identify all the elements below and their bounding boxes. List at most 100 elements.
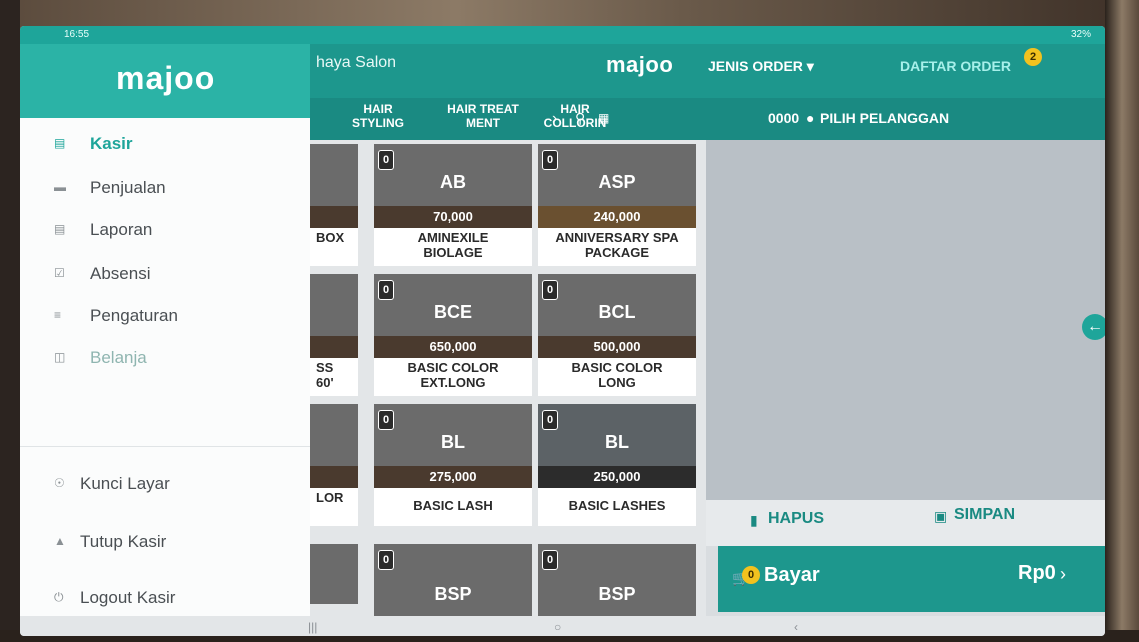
total-amount: Rp0 <box>1018 562 1056 584</box>
device-frame-right <box>1105 0 1139 642</box>
menu-item-logout-kasir[interactable]: ⏻ Logout Kasir <box>20 580 310 620</box>
lock-icon: ☉ <box>54 476 65 490</box>
attendance-icon: ☑ <box>54 266 65 280</box>
menu-label: Absensi <box>90 264 151 283</box>
product-tile[interactable]: 0 BCL 500,000 BASIC COLOR LONG <box>538 274 696 396</box>
product-tile[interactable]: 0 ASP 240,000 ANNIVERSARY SPA PACKAGE <box>538 144 696 266</box>
menu-item-belanja[interactable]: ◫ Belanja <box>20 340 310 380</box>
bayar-label: Bayar <box>764 564 820 586</box>
product-price: 275,000 <box>374 466 532 488</box>
drawer-divider <box>20 446 310 447</box>
sales-icon: ▬ <box>54 180 66 194</box>
status-time: 16:55 <box>64 29 90 40</box>
tab-hair-styling[interactable]: HAIR STYLING <box>336 102 420 130</box>
product-name: BASIC COLOR EXT.LONG <box>407 360 499 390</box>
menu-item-kunci-layar[interactable]: ☉ Kunci Layar <box>20 466 310 506</box>
drawer-header: majoo <box>20 44 310 118</box>
qty-badge: 0 <box>378 550 394 570</box>
simpan-button[interactable]: SIMPAN <box>954 506 1015 524</box>
qty-badge: 0 <box>542 410 558 430</box>
cart-actions <box>706 500 1105 546</box>
product-tile[interactable]: 0 BL 275,000 BASIC LASH <box>374 404 532 526</box>
side-drawer: majoo ▤ Kasir ▬ Penjualan ▤ Laporan ☑ Ab… <box>20 44 310 616</box>
product-tile[interactable]: 0 BL 250,000 BASIC LASHES <box>538 404 696 526</box>
status-battery: 32% <box>1070 29 1091 40</box>
menu-label: Laporan <box>90 220 153 239</box>
user-icon: ● <box>806 110 815 126</box>
hapus-button[interactable]: HAPUS <box>768 510 824 528</box>
cashier-icon: ▤ <box>54 136 66 150</box>
product-code: BSP <box>434 584 472 604</box>
menu-item-tutup-kasir[interactable]: ▲ Tutup Kasir <box>20 524 310 564</box>
product-price: 70,000 <box>374 206 532 228</box>
menu-label: Belanja <box>90 348 147 367</box>
eject-icon: ▲ <box>54 534 66 548</box>
product-tile[interactable]: 0 BCE 650,000 BASIC COLOR EXT.LONG <box>374 274 532 396</box>
menu-label: Kasir <box>90 134 133 153</box>
menu-label: Tutup Kasir <box>80 532 167 551</box>
product-tile[interactable]: 0 BSP <box>374 544 532 618</box>
barcode-scan-icon[interactable]: ▦ <box>598 111 609 125</box>
trash-icon: ▮ <box>750 512 758 528</box>
device-frame-top <box>0 0 1139 28</box>
qty-badge: 0 <box>378 280 394 300</box>
qty-badge: 0 <box>542 150 558 170</box>
menu-label: Penjualan <box>90 178 166 197</box>
product-tile[interactable]: 0 AB 70,000 AMINEXILE BIOLAGE <box>374 144 532 266</box>
search-icon[interactable]: ⚲ <box>575 110 585 127</box>
jenis-order-dropdown[interactable]: JENIS ORDER ▾ <box>708 58 814 75</box>
menu-label: Pengaturan <box>90 306 178 325</box>
product-name: BASIC COLOR LONG <box>571 360 663 390</box>
product-code: ASP <box>598 172 636 192</box>
order-number: 0000 <box>768 110 800 126</box>
product-name: BASIC LASHES <box>568 498 666 513</box>
qty-badge: 0 <box>378 410 394 430</box>
home-icon[interactable]: ○ <box>554 620 561 634</box>
tab-hair-treatment[interactable]: HAIR TREAT MENT <box>428 102 538 130</box>
drawer-logo: majoo <box>116 60 216 96</box>
status-bar: 16:55 32% <box>20 26 1105 44</box>
product-name: BASIC LASH <box>413 498 493 513</box>
order-count-badge: 2 <box>1024 48 1042 66</box>
recent-apps-icon[interactable]: ||| <box>308 620 317 634</box>
menu-item-pengaturan[interactable]: ≡ Pengaturan <box>20 298 310 338</box>
product-name: AMINEXILE BIOLAGE <box>417 230 489 260</box>
product-price: 500,000 <box>538 336 696 358</box>
product-code: AB <box>440 172 466 192</box>
report-icon: ▤ <box>54 222 66 236</box>
menu-item-absensi[interactable]: ☑ Absensi <box>20 256 310 296</box>
product-price: 240,000 <box>538 206 696 228</box>
header-logo: majoo <box>606 52 674 77</box>
chevron-right-icon[interactable]: › <box>552 110 557 128</box>
cart-panel <box>706 140 1105 500</box>
back-icon[interactable]: ‹ <box>794 620 798 634</box>
device-frame-left <box>0 0 20 642</box>
shopping-icon: ◫ <box>54 350 66 364</box>
power-icon: ⏻ <box>54 590 64 604</box>
product-name: ANNIVERSARY SPA PACKAGE <box>555 230 679 260</box>
menu-label: Logout Kasir <box>80 588 176 607</box>
menu-item-penjualan[interactable]: ▬ Penjualan <box>20 170 310 210</box>
arrow-left-icon[interactable]: ← <box>1082 314 1105 340</box>
pilih-pelanggan-button[interactable]: PILIH PELANGGAN <box>820 110 949 126</box>
qty-badge: 0 <box>542 550 558 570</box>
menu-item-kasir[interactable]: ▤ Kasir <box>20 126 310 166</box>
product-code: BL <box>441 432 465 452</box>
chevron-right-icon: › <box>1060 564 1066 584</box>
qty-badge: 0 <box>542 280 558 300</box>
product-code: BL <box>605 432 629 452</box>
product-price: 650,000 <box>374 336 532 358</box>
menu-label: Kunci Layar <box>80 474 170 493</box>
product-code: BCE <box>433 302 472 322</box>
product-code: BSP <box>598 584 636 604</box>
settings-icon: ≡ <box>54 308 62 322</box>
product-price: 250,000 <box>538 466 696 488</box>
menu-item-laporan[interactable]: ▤ Laporan <box>20 212 310 252</box>
store-name: haya Salon <box>316 54 397 71</box>
product-code: BCL <box>598 302 636 322</box>
qty-badge: 0 <box>378 150 394 170</box>
save-icon: ▣ <box>934 508 948 524</box>
daftar-order-button[interactable]: DAFTAR ORDER <box>900 58 1011 74</box>
product-tile[interactable]: 0 BSP <box>538 544 696 618</box>
tablet-screen: 16:55 32% haya Salon majoo JENIS ORDER ▾… <box>20 26 1105 636</box>
